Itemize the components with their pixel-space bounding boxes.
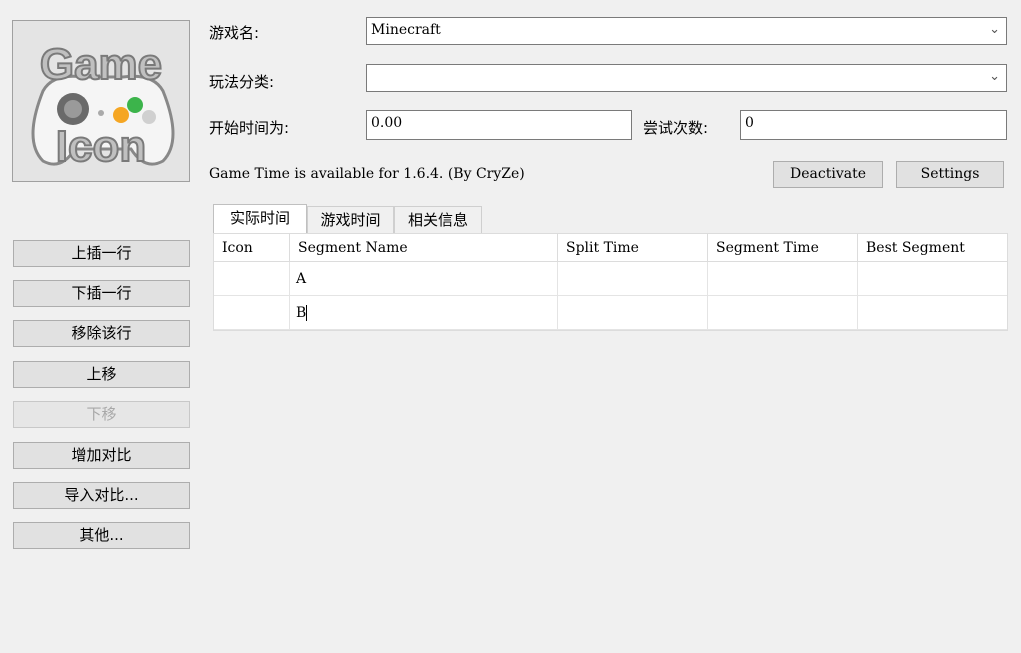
attempts-value: 0 <box>745 115 754 131</box>
game-icon-line2: Icon <box>56 122 146 171</box>
column-header-segment-time[interactable]: Segment Time <box>708 234 858 262</box>
table-cell-segment-time[interactable] <box>708 296 858 330</box>
table-cell-best-segment[interactable] <box>858 296 1007 330</box>
game-name-label: 游戏名: <box>209 24 260 42</box>
start-time-value: 0.00 <box>371 115 403 131</box>
tab-real-time[interactable]: 实际时间 <box>213 204 307 233</box>
table-cell-icon[interactable] <box>214 296 290 330</box>
add-comparison-button[interactable]: 增加对比 <box>13 442 190 469</box>
move-up-button[interactable]: 上移 <box>13 361 190 388</box>
gamepad-icon: Game Icon <box>13 21 189 181</box>
column-header-icon[interactable]: Icon <box>214 234 290 262</box>
insert-above-button[interactable]: 上插一行 <box>13 240 190 267</box>
table-cell-segment-time[interactable] <box>708 262 858 296</box>
tab-game-time[interactable]: 游戏时间 <box>307 206 394 233</box>
table-cell-best-segment[interactable] <box>858 262 1007 296</box>
game-name-dropdown[interactable]: Minecraft ⌄ <box>366 17 1007 45</box>
column-header-best-segment[interactable]: Best Segment <box>858 234 1007 262</box>
table-cell-split-time[interactable] <box>558 296 708 330</box>
game-icon-line1: Game <box>40 40 162 89</box>
attempts-label: 尝试次数: <box>643 119 709 137</box>
game-name-value: Minecraft <box>371 22 441 38</box>
category-label: 玩法分类: <box>209 73 275 91</box>
start-time-label: 开始时间为: <box>209 119 290 137</box>
tab-info[interactable]: 相关信息 <box>394 206 482 233</box>
deactivate-button[interactable]: Deactivate <box>773 161 883 188</box>
column-header-split-time[interactable]: Split Time <box>558 234 708 262</box>
table-cell-segment-name-editing[interactable]: B <box>290 296 558 330</box>
move-down-button[interactable]: 下移 <box>13 401 190 428</box>
game-time-status: Game Time is available for 1.6.4. (By Cr… <box>209 166 525 182</box>
segment-name-text: B <box>296 305 307 321</box>
text-cursor <box>306 305 308 321</box>
remove-row-button[interactable]: 移除该行 <box>13 320 190 347</box>
import-comparison-button[interactable]: 导入对比... <box>13 482 190 509</box>
table-cell-icon[interactable] <box>214 262 290 296</box>
attempts-input[interactable]: 0 <box>740 110 1007 140</box>
other-button[interactable]: 其他... <box>13 522 190 549</box>
category-dropdown[interactable]: ⌄ <box>366 64 1007 92</box>
table-cell-split-time[interactable] <box>558 262 708 296</box>
chevron-down-icon[interactable]: ⌄ <box>989 69 1000 84</box>
chevron-down-icon[interactable]: ⌄ <box>989 22 1000 37</box>
column-header-segment-name[interactable]: Segment Name <box>290 234 558 262</box>
start-time-input[interactable]: 0.00 <box>366 110 632 140</box>
game-icon-image[interactable]: Game Icon <box>12 20 190 182</box>
table-cell-segment-name[interactable]: A <box>290 262 558 296</box>
settings-button[interactable]: Settings <box>896 161 1004 188</box>
insert-below-button[interactable]: 下插一行 <box>13 280 190 307</box>
splits-table[interactable]: Icon Segment Name Split Time Segment Tim… <box>213 233 1008 331</box>
